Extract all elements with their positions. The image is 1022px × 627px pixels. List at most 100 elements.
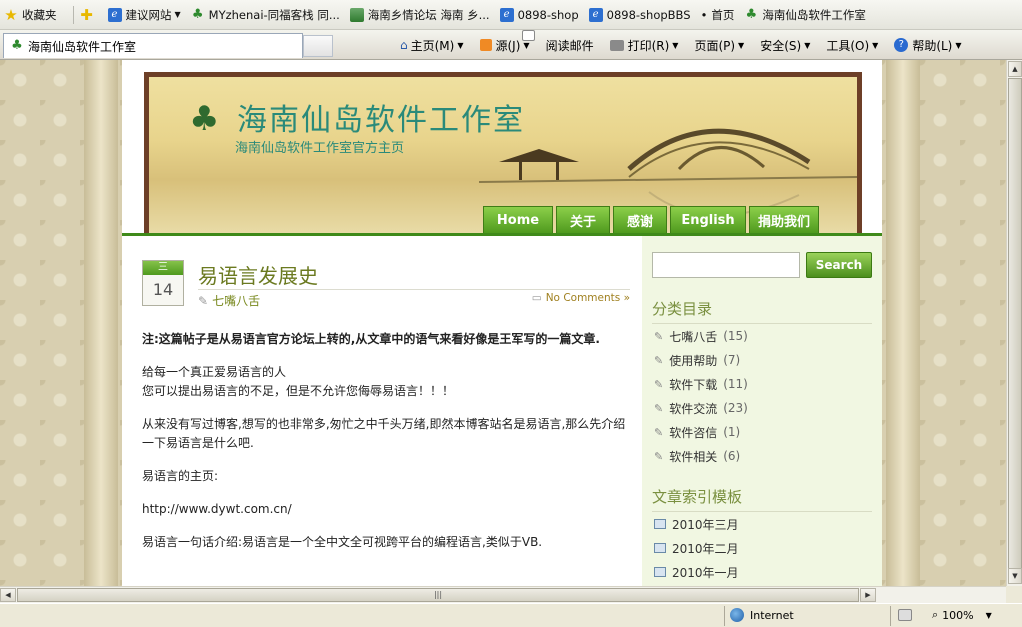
category-count: (11)	[723, 377, 748, 391]
ie-icon: e	[107, 7, 122, 22]
protected-mode-icon[interactable]	[898, 609, 912, 621]
scroll-thumb[interactable]	[1008, 78, 1022, 583]
read-mail-button[interactable]: 阅读邮件	[522, 30, 594, 54]
post-paragraph: 易语言的主页:	[142, 469, 219, 483]
post-title[interactable]: 易语言发展史	[198, 260, 318, 289]
pencil-icon: ✎	[654, 377, 664, 391]
nav-home[interactable]: Home	[483, 206, 553, 234]
archive-item[interactable]: 2010年三月	[654, 512, 874, 536]
category-item[interactable]: ✎ 七嘴八舌 (15)	[654, 324, 874, 348]
cmd-label: 打印(R)	[627, 38, 670, 53]
command-list: ⌂ 主页(M) ▼ 源(J) ▼ 阅读邮件 打印(R) ▼ 页面(P) ▼ 安全(S) ▼ …	[400, 30, 978, 60]
add-favorite-button[interactable]: ✚	[80, 5, 98, 24]
archive-label: 2010年一月	[672, 565, 739, 580]
security-zone[interactable]: Internet	[730, 608, 794, 622]
category-count: (1)	[723, 425, 741, 439]
post-day: 14	[143, 275, 183, 305]
scroll-thumb[interactable]: |||	[17, 588, 859, 602]
scroll-down-icon[interactable]: ▼	[1008, 568, 1022, 584]
category-item[interactable]: ✎ 软件交流 (23)	[654, 396, 874, 420]
fav-hainan-forum[interactable]: 海南乡情论坛 海南 乡...	[349, 7, 490, 23]
calendar-icon	[654, 567, 666, 577]
decorative-stripe	[886, 60, 920, 586]
fav-label: 0898-shop	[517, 7, 579, 22]
nav-thanks[interactable]: 感谢	[613, 206, 667, 234]
category-count: (7)	[723, 353, 741, 367]
page-menu[interactable]: 页面(P) ▼	[694, 37, 744, 54]
pencil-icon: ✎	[654, 401, 664, 415]
print-button[interactable]: 打印(R) ▼	[609, 37, 678, 54]
scroll-right-icon[interactable]: ▶	[860, 588, 876, 602]
browser-tab[interactable]: ♣ 海南仙岛软件工作室	[3, 33, 303, 58]
new-tab-button[interactable]	[303, 35, 333, 57]
fav-0898-shop[interactable]: e 0898-shop	[499, 7, 579, 22]
help-menu[interactable]: ? 帮助(L) ▼	[894, 37, 962, 54]
horizontal-scrollbar[interactable]: ◀ ||| ▶	[0, 586, 1006, 603]
print-icon	[609, 39, 624, 51]
fav-myzhenai[interactable]: ♣ MYzhenai-同福客栈 同...	[191, 7, 340, 23]
archive-label: 2010年三月	[672, 517, 739, 532]
pencil-icon: ✎	[654, 353, 664, 367]
command-bar: ♣ 海南仙岛软件工作室 ⌂ 主页(M) ▼ 源(J) ▼ 阅读邮件 打印(R) ▼ 页面…	[0, 30, 1022, 60]
category-name: 软件下载	[669, 377, 718, 392]
chevron-down-icon[interactable]: ▼	[523, 41, 529, 50]
category-name: 软件交流	[669, 401, 718, 416]
decorative-stripe	[84, 60, 118, 586]
rss-icon	[479, 39, 492, 51]
fav-suggested-sites[interactable]: e 建议网站 ▼	[107, 7, 181, 23]
scroll-up-icon[interactable]: ▲	[1008, 61, 1022, 77]
category-label: 七嘴八舌	[212, 294, 261, 308]
fav-0898-shopbbs[interactable]: e 0898-shopBBS	[588, 7, 691, 22]
category-count: (6)	[723, 449, 741, 463]
archive-item[interactable]: 2010年二月	[654, 536, 874, 560]
plant-icon: ♣	[11, 38, 23, 53]
post-meta: ✎ 七嘴八舌 ▭ No Comments »	[198, 289, 630, 309]
bridge-illustration	[479, 128, 857, 217]
search-button[interactable]: Search	[806, 252, 872, 278]
archives-heading: 文章索引模板	[652, 486, 872, 512]
category-item[interactable]: ✎ 软件下载 (11)	[654, 372, 874, 396]
category-count: (15)	[723, 329, 748, 343]
fav-xiandao[interactable]: ♣ 海南仙岛软件工作室	[744, 7, 866, 23]
chevron-down-icon[interactable]: ▼	[457, 41, 463, 50]
scroll-corner	[1006, 586, 1022, 603]
scroll-left-icon[interactable]: ◀	[0, 588, 16, 602]
plant-icon: ♣	[745, 6, 758, 22]
post-link[interactable]: http://www.dywt.com.cn/	[142, 500, 632, 519]
chevron-down-icon[interactable]: ▼	[672, 41, 678, 50]
zoom-control[interactable]: ⌕ 100% ▼	[932, 608, 992, 622]
cmd-label: 主页(M)	[410, 38, 455, 53]
nav-about[interactable]: 关于	[556, 206, 610, 234]
cmd-label: 帮助(L)	[912, 38, 953, 53]
magnifier-icon: ⌕	[932, 608, 939, 621]
tools-menu[interactable]: 工具(O) ▼	[826, 37, 878, 54]
divider	[724, 606, 725, 626]
add-favorite-icon: ✚	[80, 5, 93, 24]
post-area: 三 14 易语言发展史 ✎ 七嘴八舌 ▭ No Comments » 注:这篇帖子是…	[122, 236, 642, 586]
category-item[interactable]: ✎ 使用帮助 (7)	[654, 348, 874, 372]
pencil-icon: ✎	[654, 425, 664, 439]
fav-home[interactable]: • 首页	[701, 7, 735, 23]
safety-menu[interactable]: 安全(S) ▼	[760, 37, 810, 54]
archive-item[interactable]: 2010年一月	[654, 560, 874, 584]
vertical-scrollbar[interactable]: ▲ ▼	[1006, 60, 1022, 586]
mail-icon	[522, 30, 535, 41]
fav-label: 海南乡情论坛 海南 乡...	[367, 7, 490, 22]
category-item[interactable]: ✎ 软件咨信 (1)	[654, 420, 874, 444]
cmd-label: 源(J)	[495, 38, 521, 53]
home-button[interactable]: ⌂ 主页(M) ▼	[400, 37, 464, 54]
comments-link[interactable]: ▭ No Comments »	[532, 292, 630, 309]
category-item[interactable]: ✎ 软件相关 (6)	[654, 444, 874, 468]
post-category[interactable]: ✎ 七嘴八舌	[198, 292, 260, 309]
pencil-icon: ✎	[654, 449, 664, 463]
favorites-label: 收藏夹	[22, 7, 57, 22]
search-input[interactable]	[652, 252, 800, 278]
nav-english[interactable]: English	[670, 206, 746, 234]
archive-list: 2010年三月 2010年二月 2010年一月	[654, 512, 874, 584]
post-line: 给每一个真正爱易语言的人	[142, 365, 287, 379]
nav-donate[interactable]: 捐助我们	[749, 206, 819, 234]
favorites-button[interactable]: ★ 收藏夹	[4, 7, 57, 23]
category-count: (23)	[723, 401, 748, 415]
cmd-label: 阅读邮件	[545, 38, 594, 53]
chevron-down-icon: ▼	[985, 610, 992, 620]
